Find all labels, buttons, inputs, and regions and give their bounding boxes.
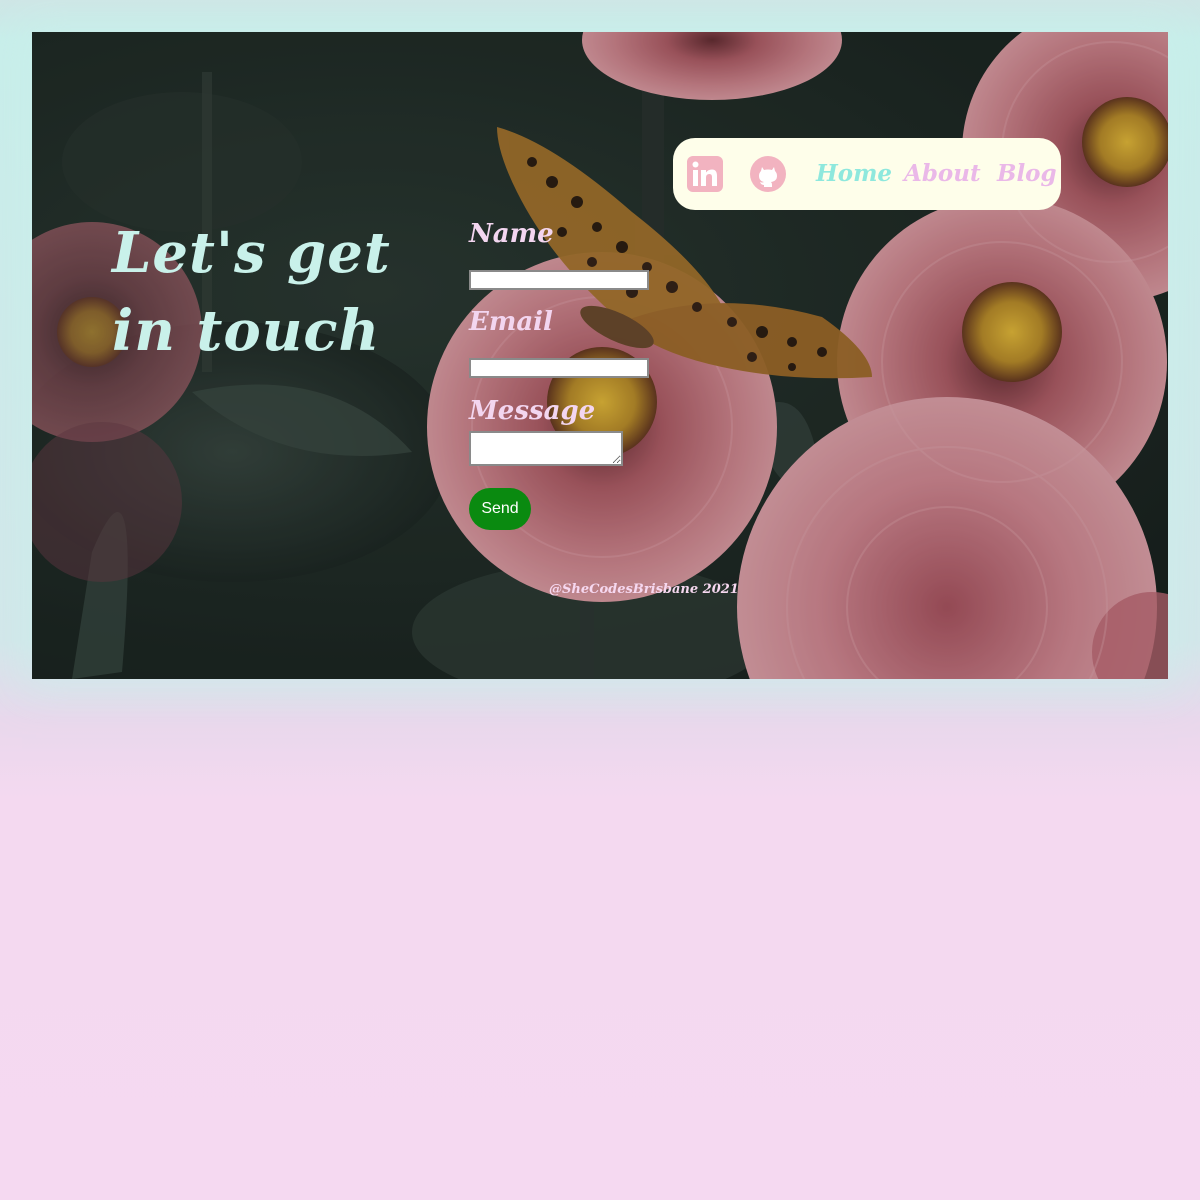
send-button[interactable]: Send xyxy=(469,488,531,530)
email-label: Email xyxy=(469,307,553,337)
nav-link-home[interactable]: Home xyxy=(816,160,892,188)
page-title: Let's get in touch xyxy=(112,220,391,364)
message-field[interactable] xyxy=(469,431,623,466)
top-navigation-bar: Home About Blog xyxy=(673,138,1061,210)
github-icon xyxy=(750,156,786,192)
linkedin-link[interactable] xyxy=(687,156,723,192)
nav-link-blog[interactable]: Blog xyxy=(997,160,1057,188)
github-link[interactable] xyxy=(750,156,786,192)
hero-section: Let's get in touch Home About Blog Name … xyxy=(32,32,1168,679)
linkedin-icon xyxy=(687,156,723,192)
message-label: Message xyxy=(469,396,596,426)
email-field[interactable] xyxy=(469,358,649,378)
nav-link-about[interactable]: About xyxy=(904,160,981,188)
name-field[interactable] xyxy=(469,270,649,290)
name-label: Name xyxy=(469,219,554,249)
footer-credit: @SheCodesBrisbane 2021 xyxy=(549,582,739,597)
